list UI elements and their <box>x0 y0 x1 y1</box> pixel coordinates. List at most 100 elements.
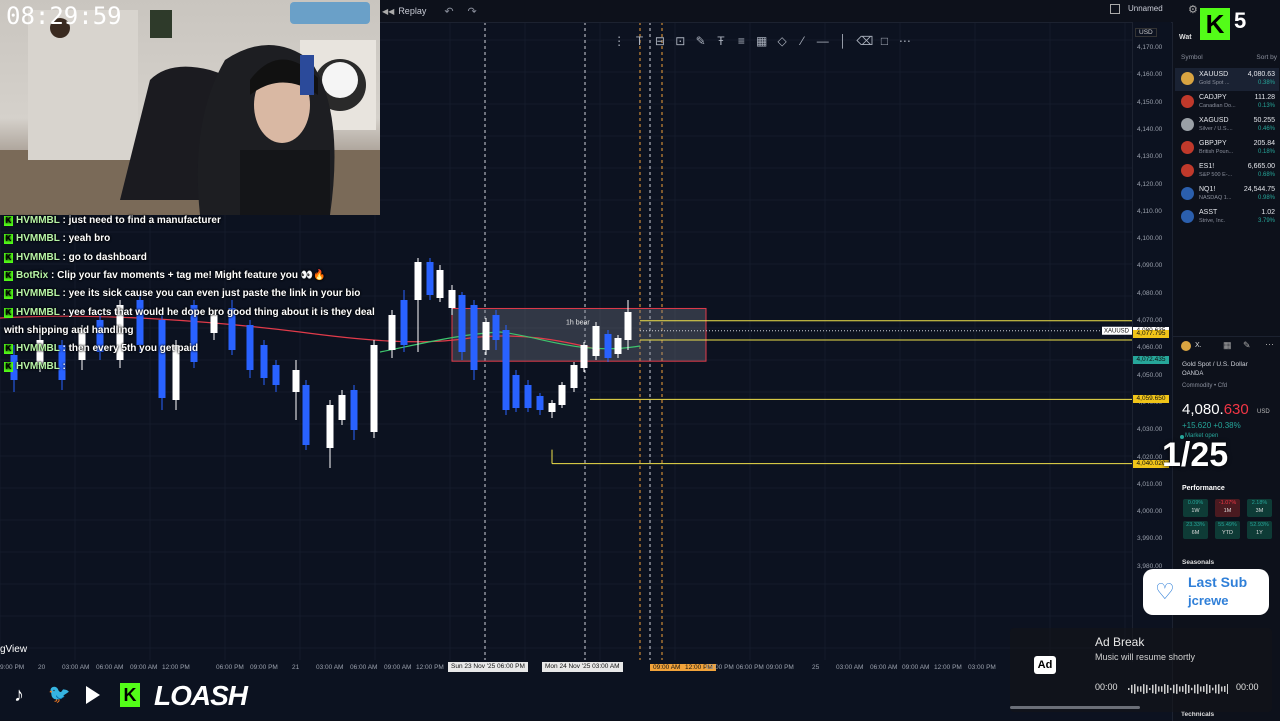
layout-icon[interactable] <box>1110 4 1120 14</box>
anchored-text-icon[interactable]: Ŧ <box>714 34 728 48</box>
chat-message: K HVMMBL : then every 5th you get paid <box>4 343 198 355</box>
price-label: 4,150.00 <box>1137 98 1163 106</box>
drag-handle-icon[interactable]: ⋮ <box>612 34 626 48</box>
kick-viewer-count: K 5 <box>1200 4 1260 40</box>
note-tool-icon[interactable]: ⊟ <box>653 34 667 48</box>
col-symbol[interactable]: Symbol <box>1181 54 1203 61</box>
audio-waveform <box>1128 684 1228 694</box>
scrollbar[interactable] <box>1010 706 1140 709</box>
watchlist-row[interactable]: GBPJPY British Poun... 205.84 0.18% <box>1175 137 1279 160</box>
performance-cell[interactable]: 0.09% 1W <box>1183 499 1208 517</box>
list-tool-icon[interactable]: ≡ <box>734 34 748 48</box>
time-label: 09:00 AM <box>130 664 158 671</box>
watch-change: 0.46% <box>1257 126 1275 132</box>
wave-bar <box>1161 686 1163 692</box>
wave-bar <box>1227 684 1228 694</box>
kick-badge-icon: K <box>4 216 13 226</box>
more-icon[interactable]: ⋯ <box>1265 339 1274 350</box>
replay-icon[interactable]: ◀◀ <box>382 7 394 16</box>
kick-badge-icon: K <box>4 252 13 263</box>
performance-title[interactable]: Performance <box>1182 485 1225 492</box>
watchlist-row[interactable]: CADJPY Canadian Do... 111.28 0.13% <box>1175 91 1279 114</box>
performance-cell[interactable]: -1.07% 1M <box>1215 499 1240 517</box>
edit-icon[interactable]: ✎ <box>1243 340 1251 351</box>
ad-break-panel: Ad Ad Break Music will resume shortly 00… <box>1010 628 1272 712</box>
technicals-title[interactable]: Technicals <box>1181 711 1214 718</box>
wave-bar <box>1155 684 1157 694</box>
wave-bar <box>1140 686 1142 692</box>
tiktok-icon: ♪ <box>14 684 24 706</box>
col-sort[interactable]: Sort by <box>1256 54 1277 61</box>
last-sub-widget: ♡ Last Sub jcrewe <box>1143 569 1269 615</box>
watch-last: 6,665.00 <box>1247 163 1275 170</box>
watchlist-row[interactable]: ES1! S&P 500 E-... 6,665.00 0.68% <box>1175 160 1279 183</box>
rectangle-tool-icon[interactable]: □ <box>877 34 891 48</box>
symbol-tag: XAUUSD <box>1104 329 1130 335</box>
perf-pct: 23.33% <box>1186 522 1205 528</box>
watch-last: 111.28 <box>1254 94 1275 101</box>
shape-tool-icon[interactable]: ◇ <box>775 34 789 48</box>
watchlist-row[interactable]: ASST Strive, Inc. 1.02 3.79% <box>1175 206 1279 229</box>
undo-icon[interactable]: ↶ <box>444 5 453 18</box>
performance-cell[interactable]: 52.93% 1Y <box>1247 521 1272 539</box>
wave-bar <box>1203 686 1205 692</box>
trendline-tool-icon[interactable]: ⁄ <box>795 34 809 48</box>
symbol-exchange[interactable]: OANDA <box>1182 371 1203 377</box>
kick-badge-icon: K <box>4 289 13 300</box>
time-label: 09:00 AM <box>384 664 412 671</box>
horizontal-line-icon[interactable]: — <box>816 34 830 48</box>
wave-bar <box>1137 686 1139 692</box>
watchlist-row[interactable]: XAGUSD Silver / U.S.... 50.255 0.46% <box>1175 114 1279 137</box>
watch-desc: Silver / U.S.... <box>1199 126 1233 132</box>
symbol-logo-icon <box>1181 341 1191 351</box>
candle-body <box>470 305 478 370</box>
chat-message: K HVMMBL : go to dashboard <box>4 252 147 263</box>
kick-count: 5 <box>1234 8 1247 33</box>
seasonals-title[interactable]: Seasonals <box>1182 559 1214 566</box>
watchlist-row[interactable]: XAUUSD Gold Spot ... 4,080.63 0.38% <box>1175 68 1279 91</box>
settings-icon[interactable]: ⚙ <box>1188 3 1198 16</box>
table-tool-icon[interactable]: ▦ <box>755 34 769 48</box>
price-axis[interactable]: USD 4,170.00 4,160.00 4,150.00 4,140.00 4,13… <box>1132 22 1171 662</box>
text-tool-icon[interactable]: T <box>632 34 646 48</box>
layout-name[interactable]: Unnamed <box>1128 4 1163 13</box>
performance-cell[interactable]: 55.49% YTD <box>1215 521 1240 539</box>
wave-bar <box>1224 685 1226 693</box>
watchlist-row[interactable]: NQ1! NASDAQ 1... 24,544.75 0.98% <box>1175 183 1279 206</box>
watch-symbol: ES1! <box>1199 163 1215 170</box>
price-label: 4,110.00 <box>1137 207 1162 215</box>
time-label: 25 <box>812 664 820 671</box>
chat-message: K BotRix : Clip your fav moments + tag me… <box>4 270 326 281</box>
price-label: 4,100.00 <box>1137 235 1163 243</box>
wave-bar <box>1170 687 1172 691</box>
performance-cell[interactable]: 2.18% 3M <box>1247 499 1272 517</box>
callout-tool-icon[interactable]: ⊡ <box>673 34 687 48</box>
brush-tool-icon[interactable]: ✎ <box>693 34 707 48</box>
replay-button[interactable]: Replay <box>398 6 426 16</box>
symbol-icon <box>1181 72 1194 85</box>
wave-bar <box>1215 684 1217 694</box>
time-label: 06:00 AM <box>870 664 898 671</box>
kick-badge-icon: K <box>4 362 13 373</box>
time-label: 06:00 PM <box>736 664 764 671</box>
grid-icon[interactable]: ▦ <box>1223 340 1232 351</box>
more-tools-icon[interactable]: ⋯ <box>898 34 912 48</box>
redo-icon[interactable]: ↷ <box>468 5 477 18</box>
symbol-type: Commodity • Cfd <box>1182 383 1228 389</box>
watchlist-title[interactable]: Wat <box>1179 34 1192 41</box>
performance-cell[interactable]: 23.33% 6M <box>1183 521 1208 539</box>
eraser-tool-icon[interactable]: ⌫ <box>856 34 873 48</box>
symbol-short[interactable]: X. <box>1195 342 1202 349</box>
perf-period: 3M <box>1255 508 1264 514</box>
currency-selector[interactable]: USD <box>1135 28 1157 37</box>
kick-badge-icon: K <box>4 270 13 281</box>
time-axis[interactable]: 9:00 PM 20 03:00 AM 06:00 AM 09:00 AM 12:00 P… <box>0 660 1132 676</box>
wave-bar <box>1158 686 1160 692</box>
wave-bar <box>1131 684 1133 694</box>
chat-message: K HVMMBL : yee facts that would he dope b… <box>4 307 375 318</box>
candle-body <box>448 290 456 308</box>
ad-break-title: Ad Break <box>1095 635 1145 649</box>
price-currency: USD <box>1257 409 1270 415</box>
vertical-line-icon[interactable]: │ <box>836 34 850 48</box>
time-label: 03:00 AM <box>316 664 344 671</box>
